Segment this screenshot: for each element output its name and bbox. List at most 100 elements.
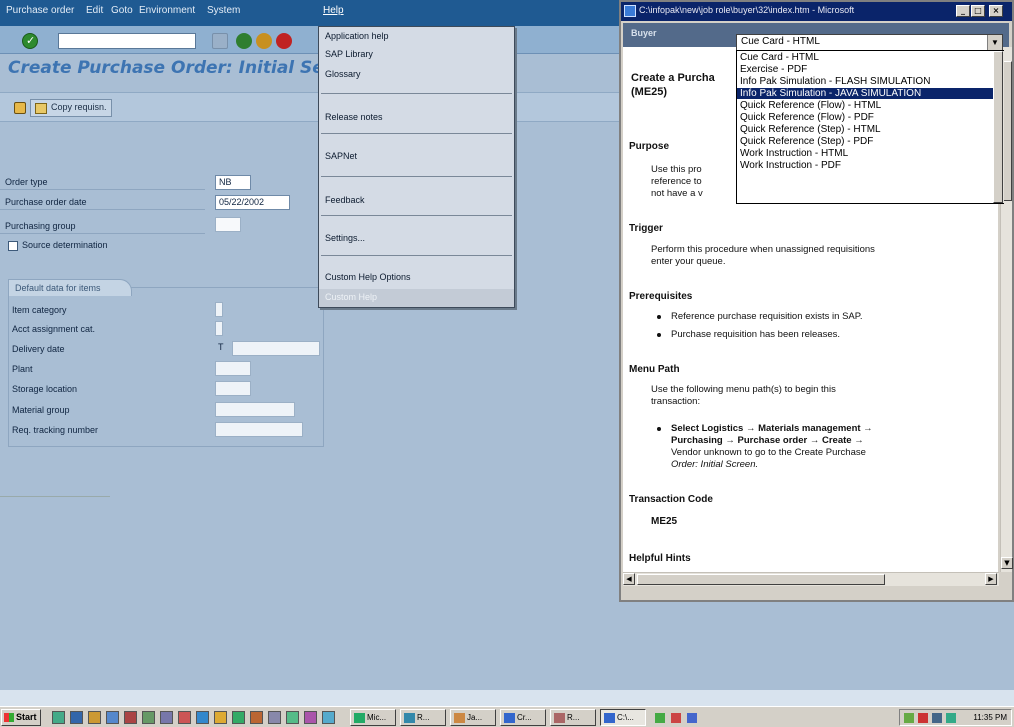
- format-option[interactable]: Work Instruction - PDF: [737, 160, 993, 171]
- taskbar-task-active[interactable]: C:\...: [600, 709, 646, 726]
- plant-field[interactable]: [215, 361, 251, 376]
- format-option[interactable]: Quick Reference (Step) - HTML: [737, 124, 993, 135]
- help-menu-dropdown: Application help SAP Library Glossary Re…: [318, 26, 515, 308]
- chevron-down-icon[interactable]: ▼: [987, 35, 1002, 50]
- cancel-icon[interactable]: [276, 33, 292, 49]
- scroll-down-icon[interactable]: ▼: [1001, 557, 1013, 569]
- help-item-glossary[interactable]: Glossary: [325, 69, 361, 79]
- back-icon[interactable]: [236, 33, 252, 49]
- horizontal-scrollbar[interactable]: ◀ ▶: [623, 572, 999, 586]
- save-icon[interactable]: [212, 33, 228, 49]
- delivery-date-field[interactable]: [232, 341, 320, 356]
- maximize-icon[interactable]: □: [971, 5, 985, 17]
- format-option-highlighted[interactable]: Info Pak Simulation - JAVA SIMULATION: [737, 88, 993, 99]
- tray-icon[interactable]: [904, 713, 914, 723]
- tray-icon[interactable]: [946, 713, 956, 723]
- taskbar-task[interactable]: R...: [400, 709, 446, 726]
- quicklaunch-icon[interactable]: [178, 711, 191, 724]
- quicklaunch-icon[interactable]: [160, 711, 173, 724]
- taskbar-task[interactable]: Mic...: [350, 709, 396, 726]
- copy-requisition-button[interactable]: Copy requisn.: [30, 99, 112, 117]
- delivery-date-type[interactable]: T: [215, 341, 227, 356]
- taskbar-task[interactable]: R...: [550, 709, 596, 726]
- format-select[interactable]: Cue Card - HTML ▼: [736, 34, 1003, 51]
- help-item-feedback[interactable]: Feedback: [325, 195, 365, 205]
- quicklaunch-icon[interactable]: [232, 711, 245, 724]
- bullet: [657, 315, 661, 319]
- quicklaunch-icon[interactable]: [124, 711, 137, 724]
- exit-icon[interactable]: [256, 33, 272, 49]
- format-option[interactable]: Exercise - PDF: [737, 64, 993, 75]
- quicklaunch-icon[interactable]: [322, 711, 335, 724]
- menu-separator: [321, 255, 512, 256]
- format-option[interactable]: Work Instruction - HTML: [737, 148, 993, 159]
- quicklaunch-icon[interactable]: [286, 711, 299, 724]
- list-scrollbar[interactable]: [993, 51, 1004, 203]
- format-option[interactable]: Quick Reference (Flow) - HTML: [737, 100, 993, 111]
- quicklaunch-icon[interactable]: [304, 711, 317, 724]
- quicklaunch-icon[interactable]: [52, 711, 65, 724]
- trigger-heading: Trigger: [629, 223, 663, 234]
- scroll-thumb[interactable]: [993, 51, 1003, 203]
- quicklaunch-icon[interactable]: [250, 711, 263, 724]
- minimize-icon[interactable]: _: [956, 5, 970, 17]
- tray-icon[interactable]: [918, 713, 928, 723]
- help-item-sapnet[interactable]: SAPNet: [325, 151, 357, 161]
- quicklaunch-icon[interactable]: [106, 711, 119, 724]
- menu-purchase-order[interactable]: Purchase order: [6, 5, 74, 16]
- scroll-thumb[interactable]: [637, 574, 885, 585]
- help-item-settings[interactable]: Settings...: [325, 233, 365, 243]
- help-item-sap-library[interactable]: SAP Library: [325, 49, 373, 59]
- format-option[interactable]: Cue Card - HTML: [737, 52, 993, 63]
- purch-group-field[interactable]: [215, 217, 241, 232]
- format-option[interactable]: Quick Reference (Step) - PDF: [737, 136, 993, 147]
- enter-icon[interactable]: [22, 33, 38, 49]
- scroll-right-icon[interactable]: ▶: [985, 573, 997, 585]
- divider: [0, 496, 110, 497]
- order-type-field[interactable]: NB: [215, 175, 251, 190]
- tray-icon[interactable]: [655, 713, 665, 723]
- menu-environment[interactable]: Environment: [139, 5, 195, 16]
- quicklaunch-icon[interactable]: [88, 711, 101, 724]
- menu-system[interactable]: System: [207, 5, 240, 16]
- po-date-field[interactable]: 05/22/2002: [215, 195, 290, 210]
- req-tracking-field[interactable]: [215, 422, 303, 437]
- storage-location-field[interactable]: [215, 381, 251, 396]
- format-option[interactable]: Info Pak Simulation - FLASH SIMULATION: [737, 76, 993, 87]
- tray-icon[interactable]: [687, 713, 697, 723]
- person-icon[interactable]: [14, 102, 26, 114]
- taskbar-task[interactable]: Cr...: [500, 709, 546, 726]
- tray-icon[interactable]: [932, 713, 942, 723]
- acct-assignment-field[interactable]: [215, 321, 223, 336]
- task-label: R...: [567, 713, 580, 722]
- tray-icon[interactable]: [671, 713, 681, 723]
- help-item-application-help[interactable]: Application help: [325, 31, 389, 41]
- start-button[interactable]: Start: [1, 709, 41, 726]
- format-option[interactable]: Quick Reference (Flow) - PDF: [737, 112, 993, 123]
- app-icon: [404, 713, 415, 723]
- quicklaunch-icon[interactable]: [70, 711, 83, 724]
- help-item-custom-help-options[interactable]: Custom Help Options: [325, 272, 411, 282]
- delivery-date-label: Delivery date: [12, 344, 65, 354]
- bullet: [657, 333, 661, 337]
- scroll-left-icon[interactable]: ◀: [623, 573, 635, 585]
- menu-help-open[interactable]: Help: [323, 5, 344, 16]
- menu-goto[interactable]: Goto: [111, 5, 133, 16]
- taskbar-task[interactable]: Ja...: [450, 709, 496, 726]
- command-field[interactable]: [58, 33, 196, 49]
- source-determination-checkbox[interactable]: [8, 241, 18, 251]
- quicklaunch-icon[interactable]: [196, 711, 209, 724]
- item-category-field[interactable]: [215, 302, 223, 317]
- quicklaunch-icon[interactable]: [268, 711, 281, 724]
- material-group-field[interactable]: [215, 402, 295, 417]
- transaction-code-heading: Transaction Code: [629, 494, 713, 505]
- format-select-value: Cue Card - HTML: [741, 36, 820, 47]
- task-label: R...: [417, 713, 430, 722]
- start-label: Start: [16, 712, 37, 722]
- menu-edit[interactable]: Edit: [86, 5, 103, 16]
- row-divider: [0, 209, 205, 210]
- quicklaunch-icon[interactable]: [214, 711, 227, 724]
- close-icon[interactable]: ×: [989, 5, 1003, 17]
- quicklaunch-icon[interactable]: [142, 711, 155, 724]
- help-item-release-notes[interactable]: Release notes: [325, 112, 383, 122]
